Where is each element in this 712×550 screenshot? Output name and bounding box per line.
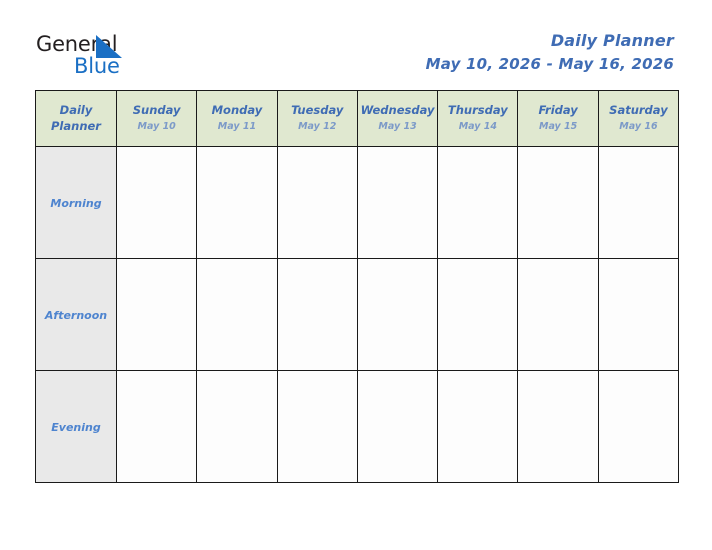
brand-logo: General Blue [36,34,176,82]
slot-evening-thursday[interactable] [437,370,519,483]
day-name-wednesday: Wednesday [360,103,435,118]
slot-morning-wednesday[interactable] [356,146,439,259]
slot-afternoon-monday[interactable] [196,258,278,371]
slot-afternoon-thursday[interactable] [437,258,519,371]
slot-morning-sunday[interactable] [115,146,198,259]
title-block: Daily Planner May 10, 2026 - May 16, 202… [425,31,674,74]
slot-evening-sunday[interactable] [115,370,198,483]
day-header-saturday: Saturday May 16 [597,90,680,147]
period-label-afternoon: Afternoon [35,258,117,371]
day-header-thursday: Thursday May 14 [437,90,519,147]
table-row: Afternoon [35,258,680,371]
slot-afternoon-sunday[interactable] [115,258,198,371]
period-label-text: Evening [51,420,101,434]
corner-title-line2: Planner [51,118,101,133]
day-name-saturday: Saturday [609,103,668,118]
slot-morning-monday[interactable] [196,146,278,259]
day-name-monday: Monday [211,103,263,118]
period-label-text: Morning [50,196,102,210]
day-date-friday: May 15 [538,121,578,133]
day-header-monday: Monday May 11 [196,90,278,147]
slot-evening-friday[interactable] [517,370,599,483]
slot-afternoon-saturday[interactable] [597,258,680,371]
day-header-sunday: Sunday May 10 [115,90,198,147]
slot-morning-tuesday[interactable] [276,146,358,259]
period-label-evening: Evening [35,370,117,483]
date-range: May 10, 2026 - May 16, 2026 [425,55,674,74]
page-header: General Blue Daily Planner May 10, 2026 … [0,0,712,88]
slot-afternoon-wednesday[interactable] [356,258,439,371]
slot-morning-saturday[interactable] [597,146,680,259]
day-name-friday: Friday [538,103,578,118]
slot-morning-thursday[interactable] [437,146,519,259]
planner-corner-cell: Daily Planner [35,90,117,147]
slot-evening-wednesday[interactable] [356,370,439,483]
day-name-thursday: Thursday [447,103,508,118]
brand-name-blue: Blue [74,54,120,78]
day-date-tuesday: May 12 [298,121,337,133]
day-name-tuesday: Tuesday [291,103,344,118]
day-header-tuesday: Tuesday May 12 [276,90,358,147]
planner-header-row: Daily Planner Sunday May 10 Monday May 1… [35,90,680,147]
day-date-sunday: May 10 [137,121,176,133]
day-header-friday: Friday May 15 [517,90,599,147]
day-date-saturday: May 16 [619,121,658,133]
slot-evening-saturday[interactable] [597,370,680,483]
day-name-sunday: Sunday [132,103,181,118]
weekly-planner-table: Daily Planner Sunday May 10 Monday May 1… [35,90,680,483]
table-row: Morning [35,146,680,259]
slot-morning-friday[interactable] [517,146,599,259]
slot-evening-tuesday[interactable] [276,370,358,483]
corner-title-line1: Daily [59,102,93,117]
slot-afternoon-friday[interactable] [517,258,599,371]
slot-afternoon-tuesday[interactable] [276,258,358,371]
slot-evening-monday[interactable] [196,370,278,483]
page-title: Daily Planner [550,31,674,50]
table-row: Evening [35,370,680,483]
day-date-wednesday: May 13 [378,121,417,133]
period-label-morning: Morning [35,146,117,259]
day-date-monday: May 11 [217,121,257,133]
day-date-thursday: May 14 [458,121,497,133]
day-header-wednesday: Wednesday May 13 [356,90,439,147]
period-label-text: Afternoon [44,308,108,322]
